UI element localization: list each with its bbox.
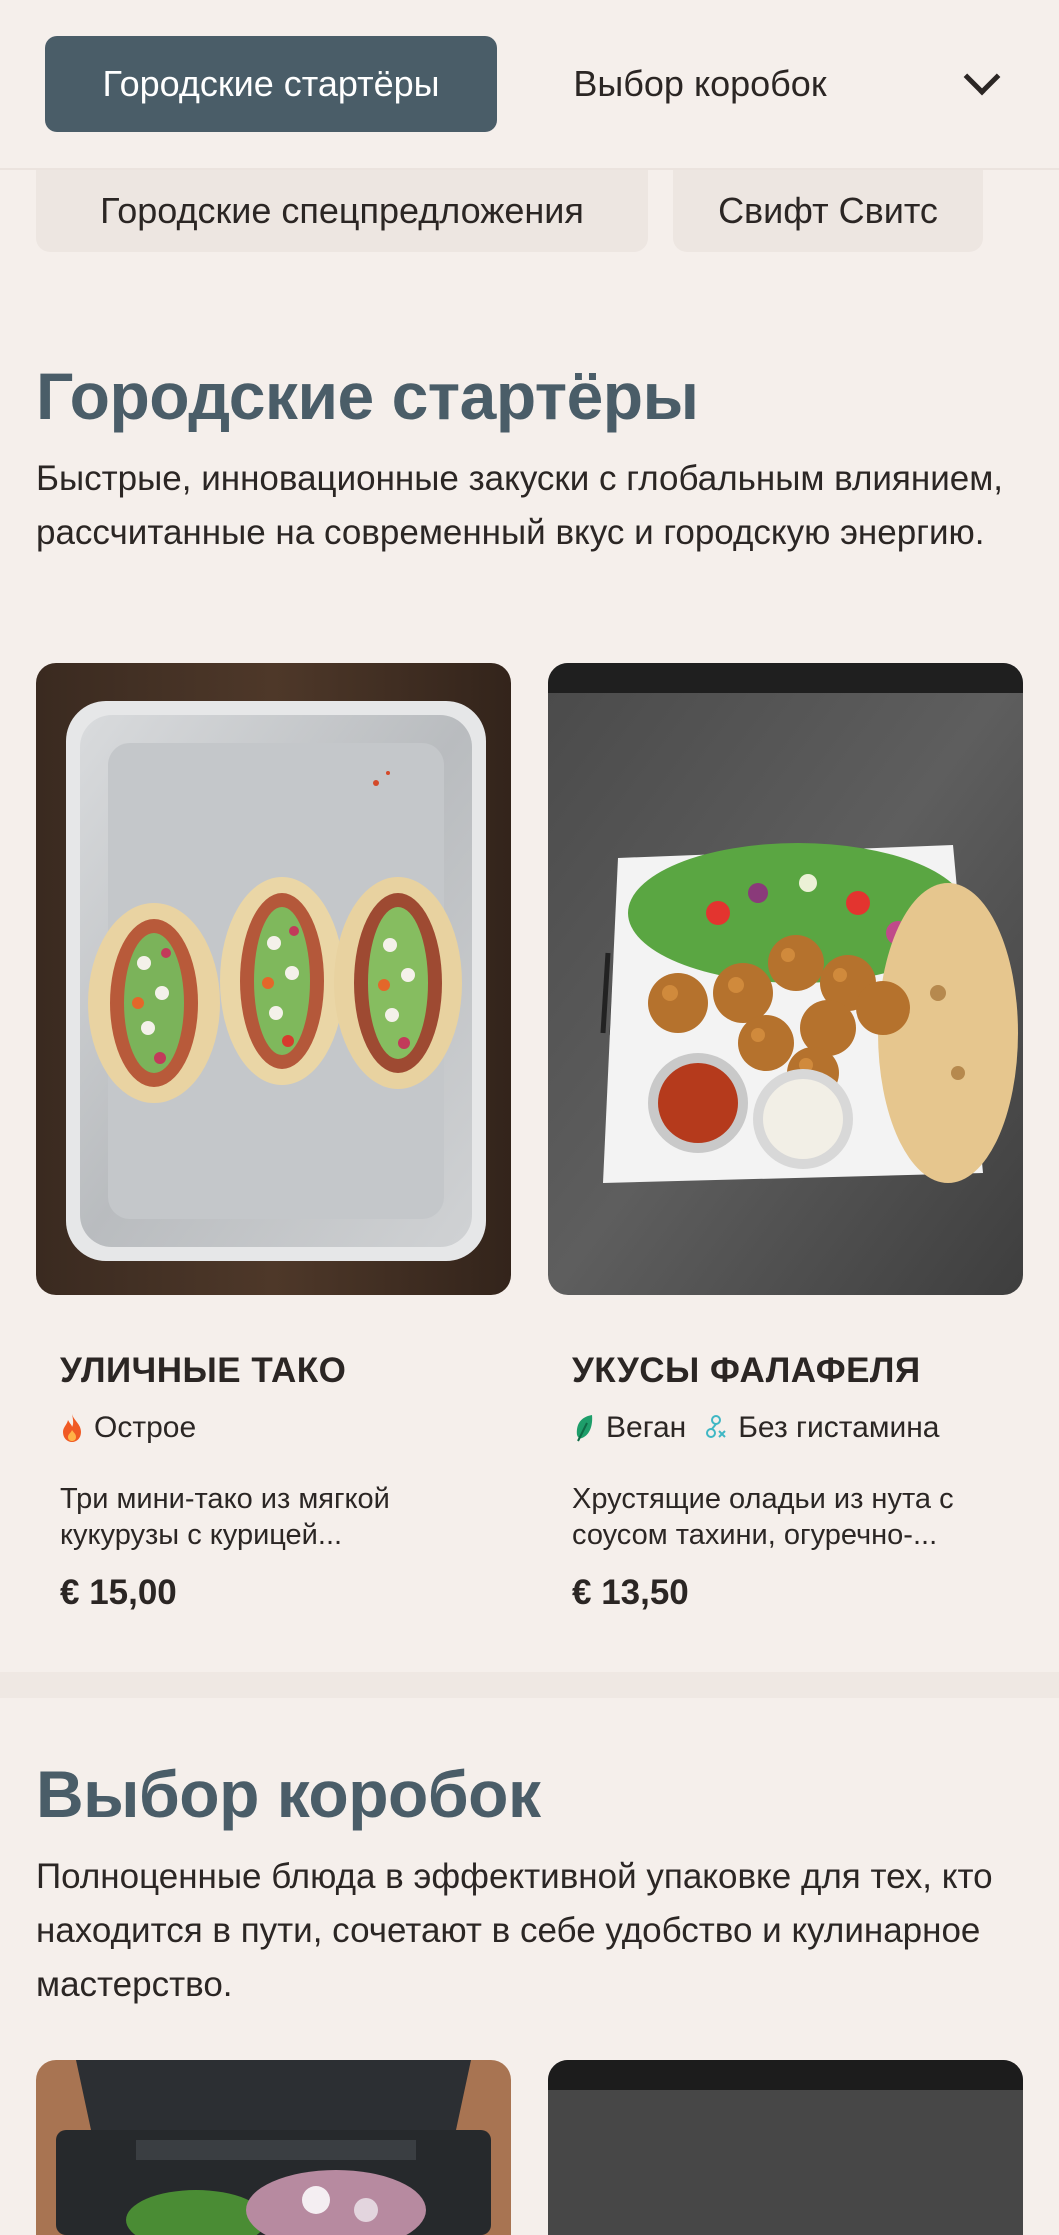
product-tags: Острое: [60, 1411, 214, 1445]
expand-categories-button[interactable]: [950, 52, 1014, 116]
product-description: Хрустящие оладьи из нута с соусом тахини…: [572, 1483, 954, 1551]
product-card-box-2[interactable]: [548, 2060, 1023, 2235]
product-card-falafel-bites[interactable]: УКУСЫ ФАЛАФЕЛЯ Веган Без гистамина Хруст…: [548, 663, 1023, 1623]
product-name: УКУСЫ ФАЛАФЕЛЯ: [572, 1351, 921, 1390]
product-card-street-tacos[interactable]: УЛИЧНЫЕ ТАКО Острое Три мини-тако из мяг…: [36, 663, 511, 1623]
tag-spicy: Острое: [60, 1411, 196, 1445]
section-title: Выбор коробок: [36, 1757, 541, 1831]
product-tags: Веган Без гистамина: [572, 1411, 957, 1445]
category-tab-city-specials[interactable]: Городские спецпредложения: [36, 170, 648, 252]
category-tab-city-starters[interactable]: Городские стартёры: [45, 36, 497, 132]
product-card-box-1[interactable]: [36, 2060, 511, 2235]
product-image[interactable]: [36, 663, 511, 1295]
flame-icon: [63, 1414, 81, 1442]
leaf-icon: [576, 1415, 593, 1442]
histamine-free-icon: [706, 1415, 726, 1438]
section-description: Быстрые, инновационные закуски с глобаль…: [36, 459, 1003, 552]
tag-label: Острое: [94, 1411, 197, 1444]
product-price: € 15,00: [60, 1573, 177, 1612]
product-name: УЛИЧНЫЕ ТАКО: [60, 1351, 347, 1390]
section-divider: [0, 1672, 1059, 1698]
product-image[interactable]: [548, 2060, 1023, 2235]
tag-histamine-free: Без гистамина: [704, 1411, 939, 1445]
category-tab-swift-sweets[interactable]: Свифт Свитс: [673, 170, 983, 252]
chevron-down-icon: [963, 58, 1001, 96]
tag-label: Веган: [606, 1411, 687, 1444]
product-price: € 13,50: [572, 1573, 689, 1612]
product-description: Три мини-тако из мягкой кукурузы с куриц…: [60, 1483, 390, 1551]
section-title: Городские стартёры: [36, 359, 699, 433]
tag-label: Без гистамина: [738, 1411, 940, 1444]
product-image[interactable]: [548, 663, 1023, 1295]
tag-vegan: Веган: [572, 1411, 686, 1445]
category-nav: Городские стартёры Выбор коробок: [0, 0, 1059, 170]
product-image[interactable]: [36, 2060, 511, 2235]
category-tab-box-selection[interactable]: Выбор коробок: [540, 36, 860, 132]
section-description: Полноценные блюда в эффективной упаковке…: [36, 1857, 993, 2004]
